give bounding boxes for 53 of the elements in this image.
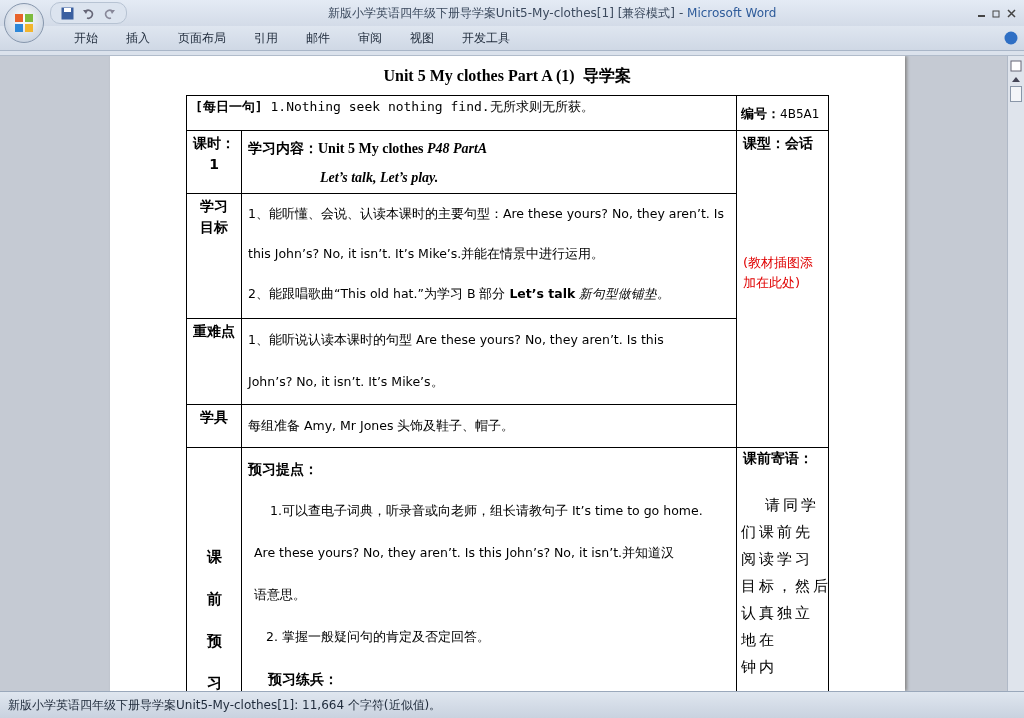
document-heading: Unit 5 My clothes Part A (1) 导学案 — [382, 65, 632, 87]
content-line: 语意思。 — [253, 586, 307, 604]
content-line: 预习提点： — [246, 460, 319, 479]
row-label: 学习 目标 — [199, 197, 229, 237]
content-heading: 学习内容：Unit 5 My clothes P48 PartA — [247, 140, 489, 158]
daily-sentence: [每日一句] 1.Nothing seek nothing find.无所求则无所获。 — [194, 98, 595, 116]
row-label: 课时： 1 — [191, 134, 236, 174]
close-icon[interactable] — [1007, 8, 1016, 18]
row-label: 课前预习 — [206, 547, 222, 691]
office-button[interactable] — [4, 3, 44, 43]
redo-icon[interactable] — [103, 6, 116, 20]
office-logo-icon — [13, 12, 35, 34]
advice-line: 认真独立 — [740, 604, 814, 623]
help-icon[interactable] — [1004, 31, 1018, 45]
scroll-thumb-icon — [1010, 86, 1022, 102]
advice-title: 课前寄语： — [741, 449, 814, 468]
ribbon-tab[interactable]: 视图 — [396, 29, 448, 47]
content-line: 1、能听说认读本课时的句型 Are these yours? No, they aren’t. Is this — [247, 331, 665, 349]
scroll-up-icon — [1011, 75, 1021, 83]
ribbon-tab[interactable]: 开始 — [60, 29, 112, 47]
ribbon-tab[interactable]: 开发工具 — [448, 29, 524, 47]
content-line: this John’s? No, it isn’t. It’s Mike’s.并能在情景中进行运用。 — [247, 245, 606, 263]
restore-icon[interactable] — [992, 8, 1001, 18]
advice-line: 地在 — [740, 631, 778, 650]
status-bar: 新版小学英语四年级下册导学案Unit5-My-clothes[1]: 11,664 个字符(近似值)。 — [0, 691, 1024, 718]
content-line: 1.可以查电子词典，听录音或向老师，组长请教句子 It’s time to go home. — [269, 502, 704, 520]
picture-note: (教材插图添加在此处) — [742, 254, 815, 292]
ribbon-tab[interactable]: 审阅 — [344, 29, 396, 47]
window-title: 新版小学英语四年级下册导学案Unit5-My-clothes[1] [兼容模式] - Microsoft Word — [326, 4, 778, 22]
ribbon-tab[interactable]: 引用 — [240, 29, 292, 47]
content-line: 1、能听懂、会说、认读本课时的主要句型：Are these yours? No, they aren’t. Is — [247, 205, 725, 223]
advice-line: 们课前先 — [740, 523, 814, 542]
content-line: 2. 掌握一般疑问句的肯定及否定回答。 — [265, 628, 491, 646]
row-label: 学具 — [199, 408, 229, 427]
vertical-scrollbar[interactable] — [1007, 56, 1024, 691]
advice-line: 请同学 — [764, 496, 820, 515]
advice-line: 钟内 — [740, 658, 778, 677]
advice-line: 目标，然后 — [740, 577, 828, 596]
advice-line: 阅读学习 — [740, 550, 814, 569]
ribbon-tab[interactable]: 邮件 — [292, 29, 344, 47]
content-subheading: Let’s talk, Let’s play. — [319, 169, 440, 187]
content-line: 预习练兵： — [266, 670, 339, 689]
row-label: 重难点 — [192, 322, 236, 341]
save-icon[interactable] — [61, 6, 74, 20]
ribbon-tab[interactable]: 插入 — [112, 29, 164, 47]
lesson-type: 课型：会话 — [741, 134, 814, 153]
ribbon-tab[interactable]: 页面布局 — [164, 29, 240, 47]
content-line: John’s? No, it isn’t. It’s Mike’s。 — [246, 373, 445, 391]
code-label: 编号：4B5A1 — [740, 105, 821, 123]
content-line: 2、能跟唱歌曲“This old hat.”为学习 B 部分 Let’s talk 新句型做铺垫。 — [247, 285, 672, 303]
content-line: 每组准备 Amy, Mr Jones 头饰及鞋子、帽子。 — [247, 417, 516, 435]
undo-icon[interactable] — [82, 6, 95, 20]
content-line: Are these yours? No, they aren’t. Is this John’s? No, it isn’t.并知道汉 — [253, 544, 676, 562]
